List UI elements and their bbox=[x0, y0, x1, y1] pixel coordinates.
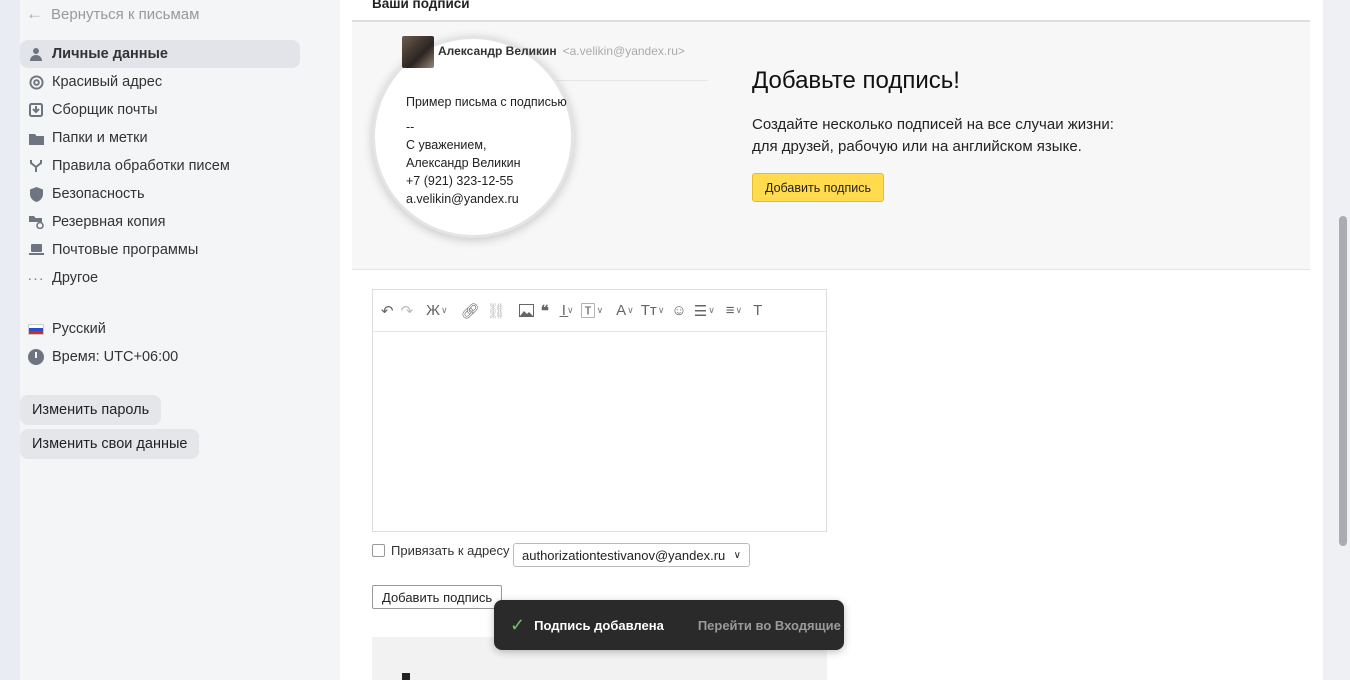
menu-item-label: Почтовые программы bbox=[52, 242, 199, 258]
sample-line-1: С уважением, bbox=[406, 138, 487, 152]
font-size-dropdown-icon[interactable]: I̲ ∨ bbox=[560, 302, 576, 319]
list-dropdown-icon[interactable]: ☰ ∨ bbox=[692, 302, 717, 320]
menu-item-label: Красивый адрес bbox=[52, 74, 163, 90]
sample-body: Пример письма с подписью bbox=[406, 95, 567, 109]
chevron-down-icon: ∨ bbox=[733, 549, 741, 561]
menu-item-label: Безопасность bbox=[52, 186, 145, 202]
sender-name: Александр Великин bbox=[438, 44, 557, 58]
timezone-selector[interactable]: Время: UTC+06:00 bbox=[28, 349, 178, 365]
emoji-icon[interactable]: ☺ bbox=[669, 302, 688, 319]
at-icon bbox=[28, 74, 44, 90]
check-icon: ✓ bbox=[510, 614, 526, 635]
inbox-download-icon bbox=[28, 102, 44, 118]
align-dropdown-icon[interactable]: ≡ ∨ bbox=[724, 302, 744, 319]
promo-text-2: для друзей, рабочую или на английском яз… bbox=[752, 138, 1082, 155]
back-label: Вернуться к письмам bbox=[51, 5, 200, 23]
undo-icon[interactable]: ↶ bbox=[379, 302, 396, 320]
signature-promo: Пример письма с подписью -- С уважением,… bbox=[352, 20, 1310, 270]
clock-icon bbox=[28, 349, 44, 365]
laptop-icon bbox=[28, 242, 44, 258]
bind-address-row: Привязать к адресу bbox=[372, 543, 509, 558]
toast-message: Подпись добавлена bbox=[534, 617, 664, 633]
promo-text-1: Создайте несколько подписей на все случа… bbox=[752, 116, 1114, 133]
bind-address-value: authorizationtestivanov@yandex.ru bbox=[522, 547, 726, 563]
editor-toolbar: ↶ ↷ Ж ∨ 🔗︎ ⛓︎ ❝ I̲ ∨ 🅃︎ ∨ A ∨ Tт ∨ ☺ ☰ ∨ ≡ ∨ T bbox=[373, 290, 826, 332]
signature-editor: ↶ ↷ Ж ∨ 🔗︎ ⛓︎ ❝ I̲ ∨ 🅃︎ ∨ A ∨ Tт ∨ ☺ ☰ ∨ ≡ ∨ T bbox=[372, 289, 827, 532]
language-label: Русский bbox=[52, 321, 106, 337]
clear-format-icon[interactable]: T bbox=[751, 302, 764, 319]
sample-line-2: Александр Великин bbox=[406, 156, 521, 170]
sample-dashes: -- bbox=[406, 120, 415, 134]
menu-item-personal-data[interactable]: Личные данные bbox=[20, 40, 300, 68]
promo-add-signature-button[interactable]: Добавить подпись bbox=[752, 173, 884, 202]
rules-icon bbox=[28, 158, 44, 174]
sender-avatar bbox=[402, 36, 434, 68]
menu-item-label: Папки и метки bbox=[52, 130, 148, 146]
more-dots-icon: ··· bbox=[27, 270, 45, 286]
settings-menu: Личные данные Красивый адрес Сборщик поч… bbox=[20, 40, 300, 292]
redo-icon[interactable]: ↷ bbox=[399, 302, 416, 320]
section-title: Ваши подписи bbox=[372, 0, 470, 11]
menu-item-label: Сборщик почты bbox=[52, 102, 158, 118]
person-icon bbox=[28, 46, 44, 62]
sample-line-4: a.velikin@yandex.ru bbox=[406, 192, 519, 206]
menu-item-backup[interactable]: Резервная копия bbox=[20, 208, 300, 236]
preview-content bbox=[402, 673, 410, 680]
text-color-dropdown-icon[interactable]: A ∨ bbox=[614, 302, 636, 319]
backup-folder-icon bbox=[28, 214, 44, 230]
link-icon[interactable]: 🔗︎ bbox=[459, 302, 482, 320]
menu-item-nice-address[interactable]: Красивый адрес bbox=[20, 68, 300, 96]
menu-item-mail-collector[interactable]: Сборщик почты bbox=[20, 96, 300, 124]
bold-dropdown-icon[interactable]: Ж ∨ bbox=[424, 302, 449, 319]
font-style-dropdown-icon[interactable]: Tт ∨ bbox=[639, 302, 667, 319]
quote-icon[interactable]: ❝ bbox=[539, 302, 551, 320]
menu-item-label: Правила обработки писем bbox=[52, 158, 230, 174]
back-to-mail-link[interactable]: ← Вернуться к письмам bbox=[26, 4, 199, 24]
image-icon[interactable] bbox=[517, 304, 536, 317]
bind-address-select[interactable]: authorizationtestivanov@yandex.ru ∨ bbox=[513, 543, 750, 567]
scrollbar-thumb[interactable] bbox=[1339, 216, 1347, 546]
promo-title: Добавьте подпись! bbox=[752, 67, 960, 94]
folder-icon bbox=[28, 130, 44, 146]
menu-item-mail-rules[interactable]: Правила обработки писем bbox=[20, 152, 300, 180]
text-box-dropdown-icon[interactable]: 🅃︎ ∨ bbox=[579, 300, 606, 321]
bind-address-checkbox[interactable] bbox=[372, 544, 385, 557]
menu-item-label: Резервная копия bbox=[52, 214, 166, 230]
menu-item-label: Другое bbox=[52, 270, 99, 286]
timezone-label: Время: UTC+06:00 bbox=[52, 349, 179, 365]
change-data-button[interactable]: Изменить свои данные bbox=[20, 429, 200, 459]
shield-icon bbox=[28, 186, 44, 202]
russian-flag-icon bbox=[28, 323, 44, 335]
sample-line-3: +7 (921) 323-12-55 bbox=[406, 174, 514, 188]
menu-item-other[interactable]: ··· Другое bbox=[20, 264, 300, 292]
menu-item-label: Личные данные bbox=[52, 46, 168, 62]
go-to-inbox-link[interactable]: Перейти во Входящие bbox=[698, 618, 841, 633]
menu-item-folders-labels[interactable]: Папки и метки bbox=[20, 124, 300, 152]
arrow-left-icon: ← bbox=[26, 4, 43, 23]
sample-sender: Александр Великин <a.velikin@yandex.ru> bbox=[438, 44, 685, 58]
bind-address-label: Привязать к адресу bbox=[391, 543, 510, 558]
menu-item-mail-clients[interactable]: Почтовые программы bbox=[20, 236, 300, 264]
notification-toast: ✓ Подпись добавлена Перейти во Входящие bbox=[494, 600, 844, 650]
sender-email: <a.velikin@yandex.ru> bbox=[562, 44, 685, 58]
add-signature-button[interactable]: Добавить подпись bbox=[372, 585, 503, 609]
menu-item-security[interactable]: Безопасность bbox=[20, 180, 300, 208]
change-password-button[interactable]: Изменить пароль bbox=[20, 395, 162, 425]
language-selector[interactable]: Русский bbox=[28, 321, 106, 337]
unlink-icon[interactable]: ⛓︎ bbox=[485, 302, 508, 320]
